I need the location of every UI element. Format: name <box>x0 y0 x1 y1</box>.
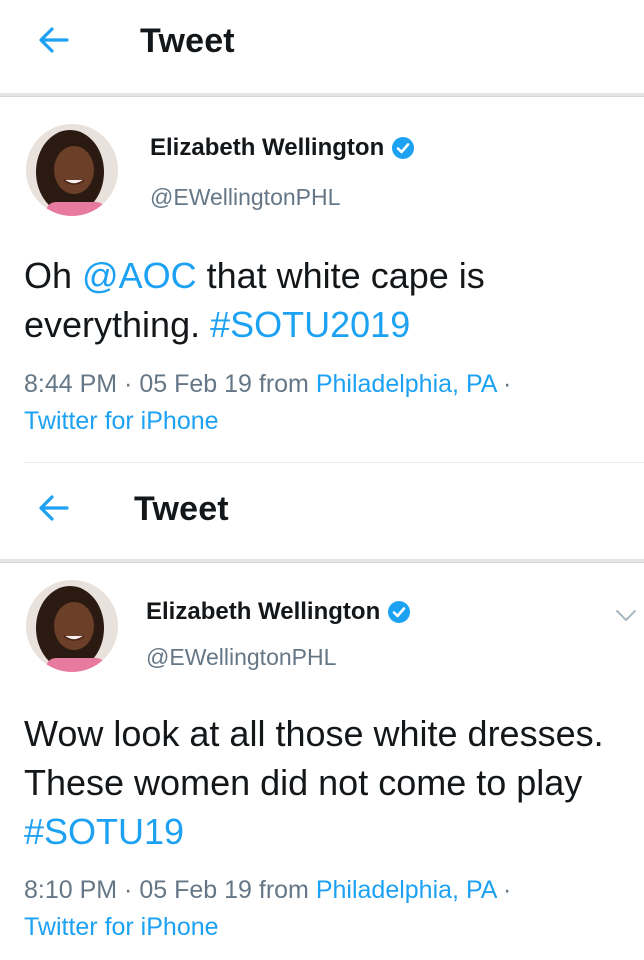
author-row: Elizabeth Wellington <box>150 134 415 162</box>
location-link[interactable]: Philadelphia, PA <box>316 876 496 904</box>
tweet-text-segment: Oh <box>24 255 83 296</box>
page-title: Tweet <box>134 490 229 528</box>
back-button[interactable] <box>34 20 74 60</box>
header: Tweet <box>0 0 644 90</box>
chevron-down-icon[interactable] <box>612 605 640 625</box>
page-title: Tweet <box>140 22 235 60</box>
author-handle[interactable]: @EWellingtonPHL <box>146 644 336 671</box>
hashtag-link[interactable]: #SOTU19 <box>24 811 184 852</box>
hashtag-link[interactable]: #SOTU2019 <box>210 304 410 345</box>
tweet-screen-2: Tweet Elizabeth Wellington @EWellingtonP… <box>0 468 644 960</box>
arrow-left-icon <box>34 20 74 60</box>
header-separator <box>0 93 644 97</box>
tweet-text-segment: Wow look at all those white dresses. The… <box>24 713 604 803</box>
author-name[interactable]: Elizabeth Wellington <box>150 134 384 162</box>
tweet-time: 8:44 PM <box>24 370 118 398</box>
verified-badge-icon <box>387 600 411 624</box>
author-handle[interactable]: @EWellingtonPHL <box>150 184 340 211</box>
tweet-text: Wow look at all those white dresses. The… <box>24 709 624 856</box>
tweet-screen-1: Tweet Elizabeth Wellington @EWellingtonP… <box>0 0 644 468</box>
from-label: from <box>258 876 309 904</box>
header: Tweet <box>0 468 644 558</box>
author-name[interactable]: Elizabeth Wellington <box>146 598 380 626</box>
tweet-meta: 8:44 PM · 05 Feb 19 from Philadelphia, P… <box>24 370 512 435</box>
avatar[interactable] <box>26 580 118 672</box>
tweet-date: 05 Feb 19 <box>139 876 252 904</box>
tweet-time: 8:10 PM <box>24 876 118 904</box>
location-link[interactable]: Philadelphia, PA <box>316 370 496 398</box>
arrow-left-icon <box>34 488 74 528</box>
divider <box>24 462 644 463</box>
source-link[interactable]: Twitter for iPhone <box>24 913 219 941</box>
back-button[interactable] <box>34 488 74 528</box>
tweet-date: 05 Feb 19 <box>139 370 252 398</box>
mention-link[interactable]: @AOC <box>82 255 197 296</box>
source-link[interactable]: Twitter for iPhone <box>24 407 219 435</box>
tweet-text: Oh @AOC that white cape is everything. #… <box>24 251 624 349</box>
header-separator <box>0 559 644 563</box>
tweet-meta: 8:10 PM · 05 Feb 19 from Philadelphia, P… <box>24 876 512 941</box>
author-row: Elizabeth Wellington <box>146 598 411 626</box>
verified-badge-icon <box>391 136 415 160</box>
avatar[interactable] <box>26 124 118 216</box>
from-label: from <box>258 370 309 398</box>
